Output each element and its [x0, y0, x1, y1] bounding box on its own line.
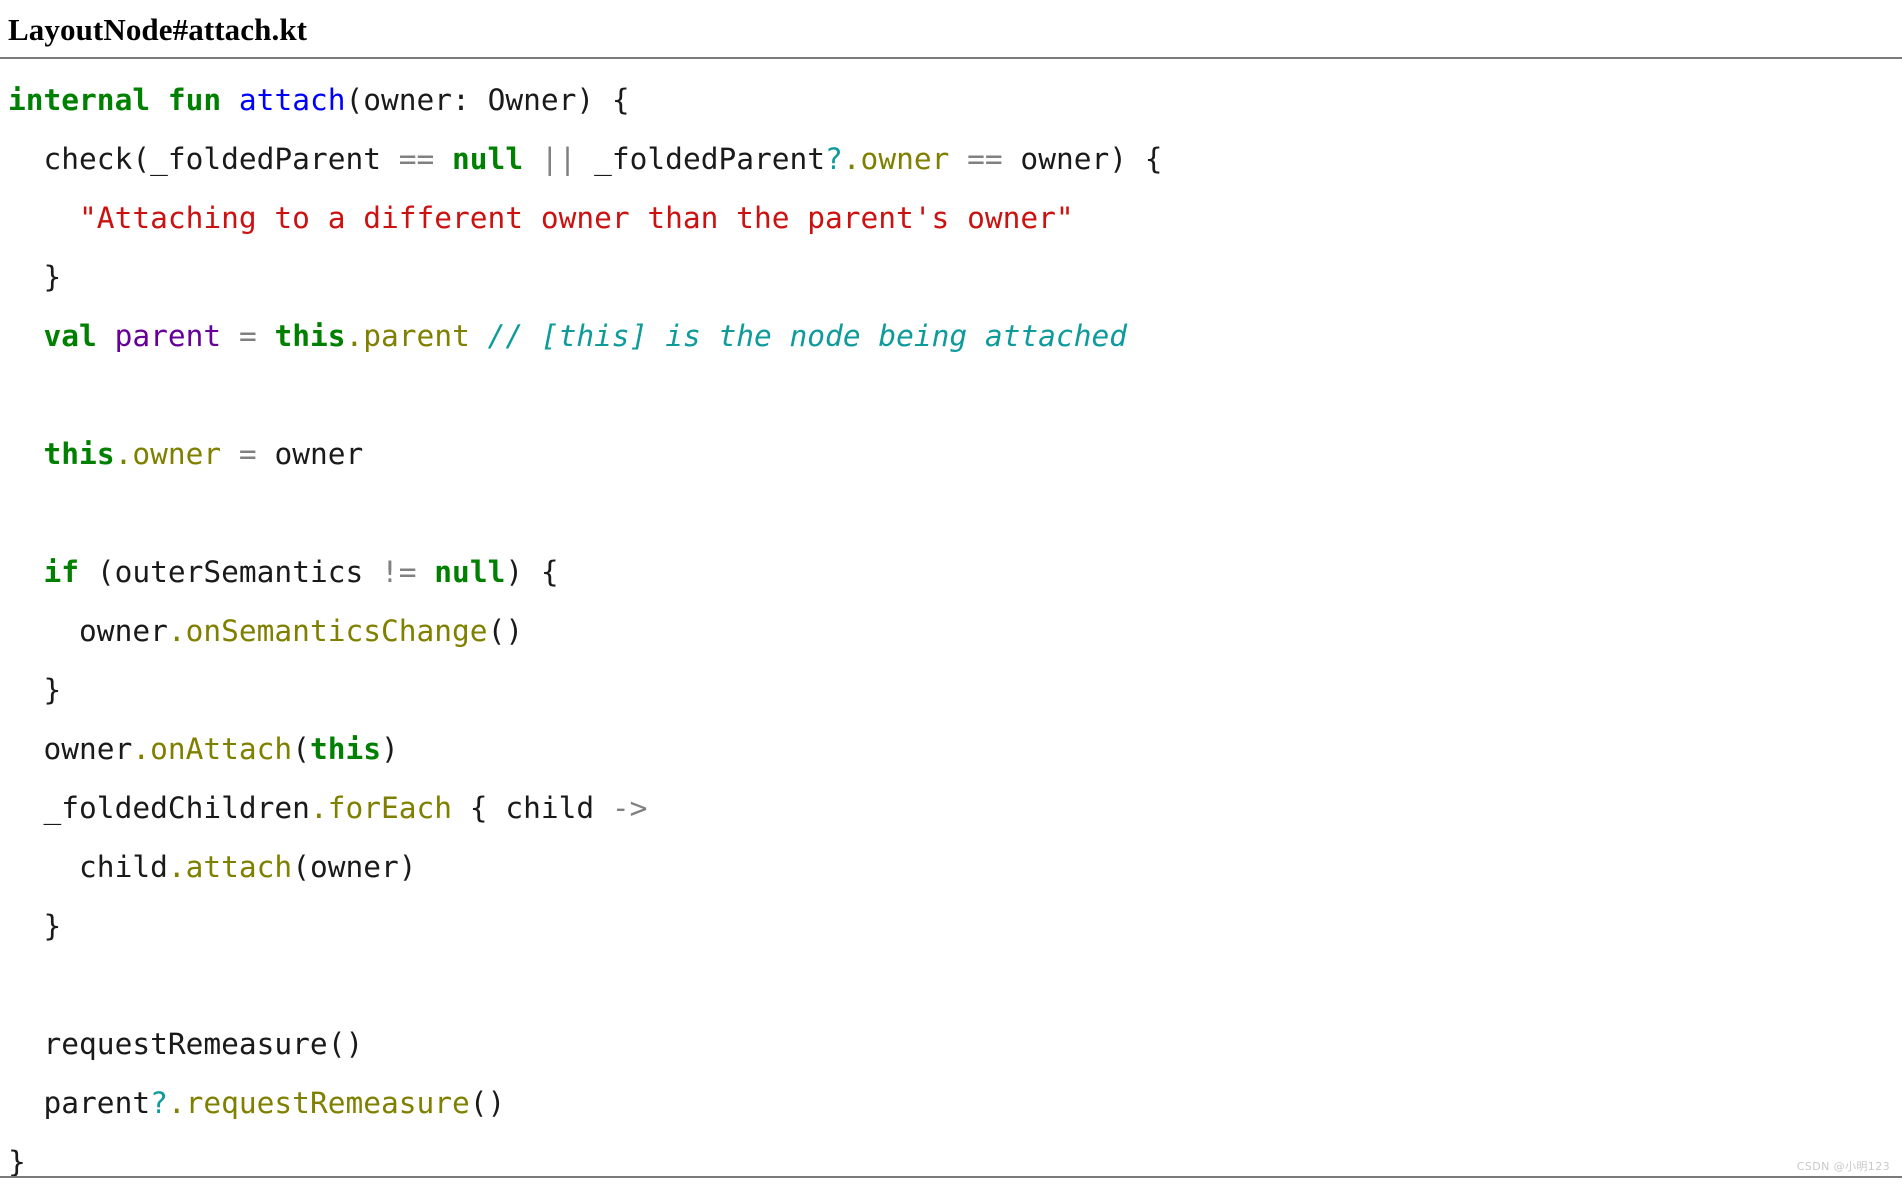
- code-token-pl: (): [469, 1086, 506, 1120]
- code-line: }: [8, 661, 1902, 720]
- code-line: this.owner = owner: [8, 425, 1902, 484]
- code-line: }: [8, 1133, 1902, 1192]
- code-token-pl: (owner): [292, 850, 417, 884]
- code-token-str: "Attaching to a different owner than the…: [79, 201, 1074, 235]
- code-token-pl: ): [381, 732, 399, 766]
- code-token-pl: owner: [256, 437, 364, 471]
- code-token-op: ||: [540, 142, 577, 176]
- code-token-pl: owner: [8, 732, 133, 766]
- watermark: CSDN @小明123: [1796, 1160, 1890, 1173]
- code-token-pl: (outerSemantics: [79, 555, 381, 589]
- code-token-pl: parent: [8, 1086, 151, 1120]
- code-token-kw: null: [452, 142, 524, 176]
- code-token-q: ?: [150, 1086, 168, 1120]
- code-token-pl: }: [8, 260, 62, 294]
- code-token-pl: (): [487, 614, 524, 648]
- code-token-kw: this: [309, 732, 381, 766]
- code-token-pl: (owner: Owner) {: [345, 83, 630, 117]
- code-token-op: ==: [398, 142, 435, 176]
- code-token-op: ->: [611, 791, 648, 825]
- code-line: "Attaching to a different owner than the…: [8, 189, 1902, 248]
- code-token-op: ==: [967, 142, 1003, 176]
- code-token-prop: .attach: [167, 850, 293, 884]
- code-line: internal fun attach(owner: Owner) {: [8, 71, 1902, 130]
- code-token-prop: .owner: [114, 437, 222, 471]
- code-line: child.attach(owner): [8, 838, 1902, 897]
- code-token-kw: this: [274, 319, 346, 353]
- code-token-pl: ) {: [505, 555, 559, 589]
- page-title: LayoutNode#attach.kt: [8, 12, 308, 47]
- footer-divider: [0, 1176, 1902, 1178]
- code-token-prop: .parent: [345, 319, 470, 353]
- code-line: _foldedChildren.forEach { child ->: [8, 779, 1902, 838]
- code-line: }: [8, 248, 1902, 307]
- code-token-pl: (: [292, 732, 310, 766]
- code-line: if (outerSemantics != null) {: [8, 543, 1902, 602]
- code-line: owner.onSemanticsChange(): [8, 602, 1902, 661]
- code-token-pl: }: [8, 1145, 26, 1179]
- code-token-prop: .onAttach: [132, 732, 293, 766]
- code-token-op: !=: [381, 555, 417, 589]
- code-line: owner.onAttach(this): [8, 720, 1902, 779]
- code-token-prop: .forEach: [309, 791, 453, 825]
- code-token-pl: _foldedParent: [576, 142, 826, 176]
- code-token-prop: .owner: [842, 142, 950, 176]
- code-token-kw: fun: [167, 83, 222, 117]
- code-token-op: =: [238, 437, 257, 471]
- code-token-kw: if: [43, 555, 80, 589]
- code-token-pl: _foldedChildren: [8, 791, 310, 825]
- code-snippet-page: LayoutNode#attach.kt internal fun attach…: [0, 0, 1902, 1196]
- code-line: requestRemeasure(): [8, 1015, 1902, 1074]
- code-token-kw: null: [434, 555, 506, 589]
- code-token-pl: check(_foldedParent: [8, 142, 399, 176]
- code-token-prop: .requestRemeasure: [167, 1086, 470, 1120]
- code-token-kw: internal: [8, 83, 151, 117]
- code-line: val parent = this.parent // [this] is th…: [8, 307, 1902, 366]
- code-token-kw: val: [43, 319, 97, 353]
- code-token-pl: { child: [452, 791, 612, 825]
- code-token-var: parent: [114, 319, 222, 353]
- code-token-pl: child: [8, 850, 168, 884]
- code-token-cmt: // [this] is the node being attached: [487, 319, 1127, 353]
- code-token-kw: this: [43, 437, 115, 471]
- code-line: }: [8, 897, 1902, 956]
- code-token-prop: .onSemanticsChange: [167, 614, 488, 648]
- code-block: internal fun attach(owner: Owner) { chec…: [0, 59, 1902, 1192]
- code-token-pl: requestRemeasure(): [8, 1027, 364, 1061]
- code-token-fn: attach: [238, 83, 346, 117]
- code-line: parent?.requestRemeasure(): [8, 1074, 1902, 1133]
- code-token-pl: owner: [8, 614, 168, 648]
- code-token-pl: }: [8, 673, 62, 707]
- code-token-pl: }: [8, 909, 62, 943]
- code-token-q: ?: [825, 142, 843, 176]
- code-token-op: =: [238, 319, 257, 353]
- code-token-pl: owner) {: [1002, 142, 1163, 176]
- code-line: check(_foldedParent == null || _foldedPa…: [8, 130, 1902, 189]
